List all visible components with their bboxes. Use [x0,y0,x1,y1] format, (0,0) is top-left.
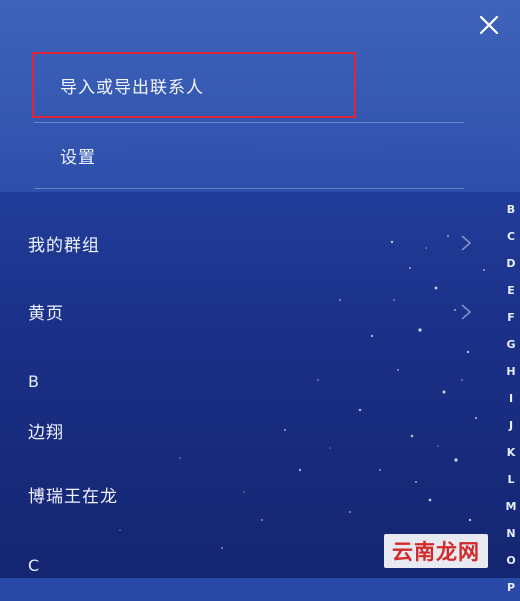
alpha-index-f[interactable]: F [507,304,515,331]
close-button[interactable] [470,6,508,44]
import-export-contacts-item[interactable]: 导入或导出联系人 [32,52,356,118]
alpha-index-h[interactable]: H [506,358,515,385]
alpha-index-j[interactable]: J [509,412,513,439]
import-export-contacts-label: 导入或导出联系人 [60,77,204,98]
contact-row[interactable]: 边翔 [0,410,490,450]
alpha-index-p[interactable]: P [507,574,515,601]
contact-row[interactable]: 博瑞王在龙 [0,474,490,514]
watermark-text: 云南龙网 [392,539,480,564]
alpha-index-k[interactable]: K [507,439,516,466]
alpha-index-i[interactable]: I [509,385,513,412]
menu-divider [34,122,464,123]
alphabet-index[interactable]: B C D E F G H I J K L M N O P [502,196,520,601]
close-icon [479,15,499,35]
alpha-index-n[interactable]: N [506,520,515,547]
settings-item[interactable]: 设置 [34,125,464,185]
yellow-pages-label: 黄页 [28,303,64,324]
contact-name: 博瑞王在龙 [28,486,118,507]
overflow-menu-panel: 导入或导出联系人 设置 [0,0,520,192]
alpha-index-g[interactable]: G [506,331,515,358]
settings-label: 设置 [60,147,96,168]
alpha-index-b[interactable]: B [507,196,515,223]
alpha-index-o[interactable]: O [506,547,515,574]
alpha-index-e[interactable]: E [507,277,515,304]
alpha-index-m[interactable]: M [506,493,517,520]
chevron-right-icon [461,304,472,320]
alpha-index-d[interactable]: D [506,250,515,277]
section-header-c: C [28,556,40,575]
contact-name: 边翔 [28,422,64,443]
section-header-b: B [28,372,39,391]
yellow-pages-row[interactable]: 黄页 [0,290,490,332]
my-groups-label: 我的群组 [28,235,100,256]
menu-divider [34,188,464,189]
alpha-index-c[interactable]: C [507,223,515,250]
watermark-badge: 云南龙网 [384,534,488,568]
alpha-index-l[interactable]: L [507,466,514,493]
my-groups-row[interactable]: 我的群组 [0,222,490,264]
chevron-right-icon [461,235,472,251]
